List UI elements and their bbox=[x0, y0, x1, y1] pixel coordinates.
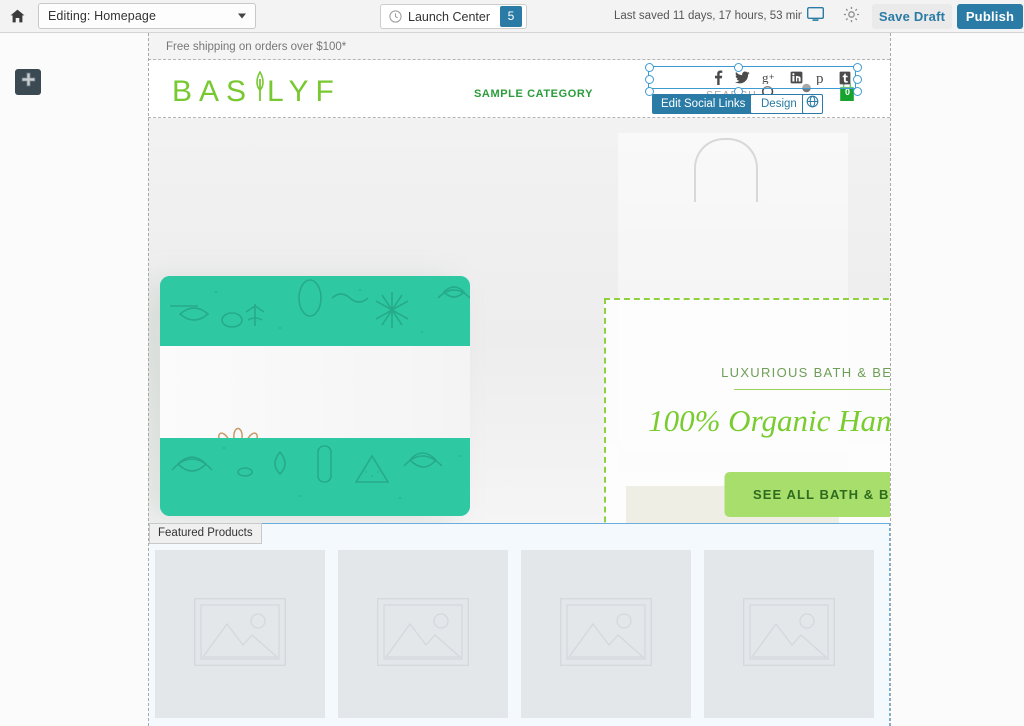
resize-handle-n[interactable] bbox=[734, 63, 743, 72]
hero-eyebrow-text: LUXURIOUS BATH & BEAUTY LINE bbox=[721, 365, 890, 380]
facebook-icon[interactable] bbox=[712, 70, 723, 87]
promo-bar: Free shipping on orders over $100* bbox=[148, 33, 890, 60]
hero-content-block[interactable]: LUXURIOUS BATH & BEAUTY LINE 100% Organi… bbox=[604, 298, 890, 523]
svg-text:+: + bbox=[769, 72, 774, 82]
resize-handle-w[interactable] bbox=[645, 75, 654, 84]
globe-settings-button[interactable] bbox=[802, 94, 823, 114]
design-button[interactable]: Design bbox=[750, 94, 808, 114]
clock-icon bbox=[389, 10, 402, 23]
social-links-widget-selection[interactable]: g + p bbox=[645, 63, 862, 96]
pinterest-icon[interactable]: p bbox=[815, 70, 827, 87]
logo-text-right: LYF bbox=[267, 75, 341, 108]
image-placeholder-icon bbox=[560, 597, 652, 671]
settings-button[interactable] bbox=[838, 4, 864, 29]
product-card[interactable]: Sample Product $12.00 bbox=[155, 550, 325, 726]
nav-item-sample-category[interactable]: SAMPLE CATEGORY bbox=[474, 88, 593, 100]
twitter-icon[interactable] bbox=[735, 71, 750, 86]
canvas-gutter-right bbox=[890, 33, 1024, 726]
featured-products-section-tag[interactable]: Featured Products bbox=[149, 523, 262, 544]
site-logo[interactable]: BAS LYF bbox=[172, 69, 341, 109]
logo-text-left: BAS bbox=[172, 75, 254, 108]
google-plus-icon[interactable]: g + bbox=[762, 70, 778, 86]
image-placeholder-icon bbox=[377, 597, 469, 671]
hero-title: 100% Organic Handmade Soap bbox=[648, 403, 890, 438]
resize-handle-nw[interactable] bbox=[645, 63, 654, 72]
editor-root: Editing: Homepage Launch Center 5 Last s… bbox=[0, 0, 1024, 726]
soap-box-label-band: HANDMADESOAP • • • • • • • • • • • • • L… bbox=[160, 346, 470, 510]
launch-center-badge: 5 bbox=[500, 6, 523, 27]
resize-handle-ne[interactable] bbox=[853, 63, 862, 72]
soap-box-image: HANDMADESOAP • • • • • • • • • • • • • L… bbox=[160, 276, 470, 516]
home-button[interactable] bbox=[0, 0, 34, 32]
svg-text:p: p bbox=[816, 71, 824, 85]
product-card[interactable]: Sample Product $12.00 bbox=[338, 550, 508, 726]
image-placeholder-icon bbox=[194, 597, 286, 671]
launch-center-label: Launch Center bbox=[408, 9, 491, 24]
page-canvas: Free shipping on orders over $100* BAS LY… bbox=[0, 33, 1024, 726]
last-saved-status: Last saved 11 days, 17 hours, 53 min ago bbox=[614, 10, 827, 22]
page-selector[interactable]: Editing: Homepage bbox=[38, 3, 256, 29]
soap-box-bottom-pattern bbox=[160, 438, 470, 516]
hero-banner: HANDMADESOAP • • • • • • • • • • • • • L… bbox=[148, 118, 890, 523]
globe-icon bbox=[806, 95, 819, 113]
leaf-icon bbox=[253, 70, 267, 111]
canvas-gutter-left bbox=[0, 33, 148, 726]
product-card[interactable]: Sample Product $12.00 bbox=[521, 550, 691, 726]
soap-box-top-pattern bbox=[160, 276, 470, 346]
resize-handle-se[interactable] bbox=[853, 87, 862, 96]
page-guide-right bbox=[890, 33, 891, 726]
promo-text: Free shipping on orders over $100* bbox=[166, 40, 347, 53]
product-thumbnail bbox=[704, 550, 874, 718]
product-thumbnail bbox=[338, 550, 508, 718]
page-guide-left bbox=[148, 33, 149, 726]
featured-products-grid: Sample Product $12.00 bbox=[155, 550, 891, 726]
image-placeholder-icon bbox=[743, 597, 835, 671]
admin-toolbar: Editing: Homepage Launch Center 5 Last s… bbox=[0, 0, 1024, 33]
publish-button[interactable]: Publish bbox=[957, 4, 1023, 29]
header-guide-bottom bbox=[148, 117, 890, 118]
resize-handle-e[interactable] bbox=[853, 75, 862, 84]
monitor-icon bbox=[806, 6, 824, 27]
linkedin-icon[interactable] bbox=[790, 71, 803, 86]
edit-social-links-button[interactable]: Edit Social Links bbox=[652, 94, 755, 114]
paper-bag-handle bbox=[694, 138, 758, 202]
product-thumbnail bbox=[521, 550, 691, 718]
launch-center-button[interactable]: Launch Center 5 bbox=[380, 4, 528, 29]
featured-products-section[interactable]: Sample Product $12.00 bbox=[148, 523, 890, 726]
product-card[interactable]: Sample Product $12.00 bbox=[704, 550, 874, 726]
hero-cta-button[interactable]: SEE ALL BATH & BEAUTY bbox=[724, 472, 890, 517]
svg-text:g: g bbox=[762, 71, 769, 84]
preview-device-button[interactable] bbox=[802, 4, 828, 29]
social-links-row: g + p bbox=[649, 67, 857, 90]
chevron-down-icon bbox=[238, 13, 246, 19]
gear-icon bbox=[843, 6, 860, 28]
hero-eyebrow-divider bbox=[734, 389, 890, 390]
tumblr-icon[interactable] bbox=[839, 71, 851, 87]
home-icon bbox=[10, 9, 25, 23]
header-guide-top bbox=[148, 59, 890, 60]
move-handle[interactable] bbox=[15, 69, 41, 95]
product-thumbnail bbox=[155, 550, 325, 718]
save-draft-button[interactable]: Save Draft bbox=[872, 4, 952, 29]
move-crosshair-icon bbox=[21, 72, 36, 92]
page-selector-value: Editing: Homepage bbox=[48, 9, 157, 23]
